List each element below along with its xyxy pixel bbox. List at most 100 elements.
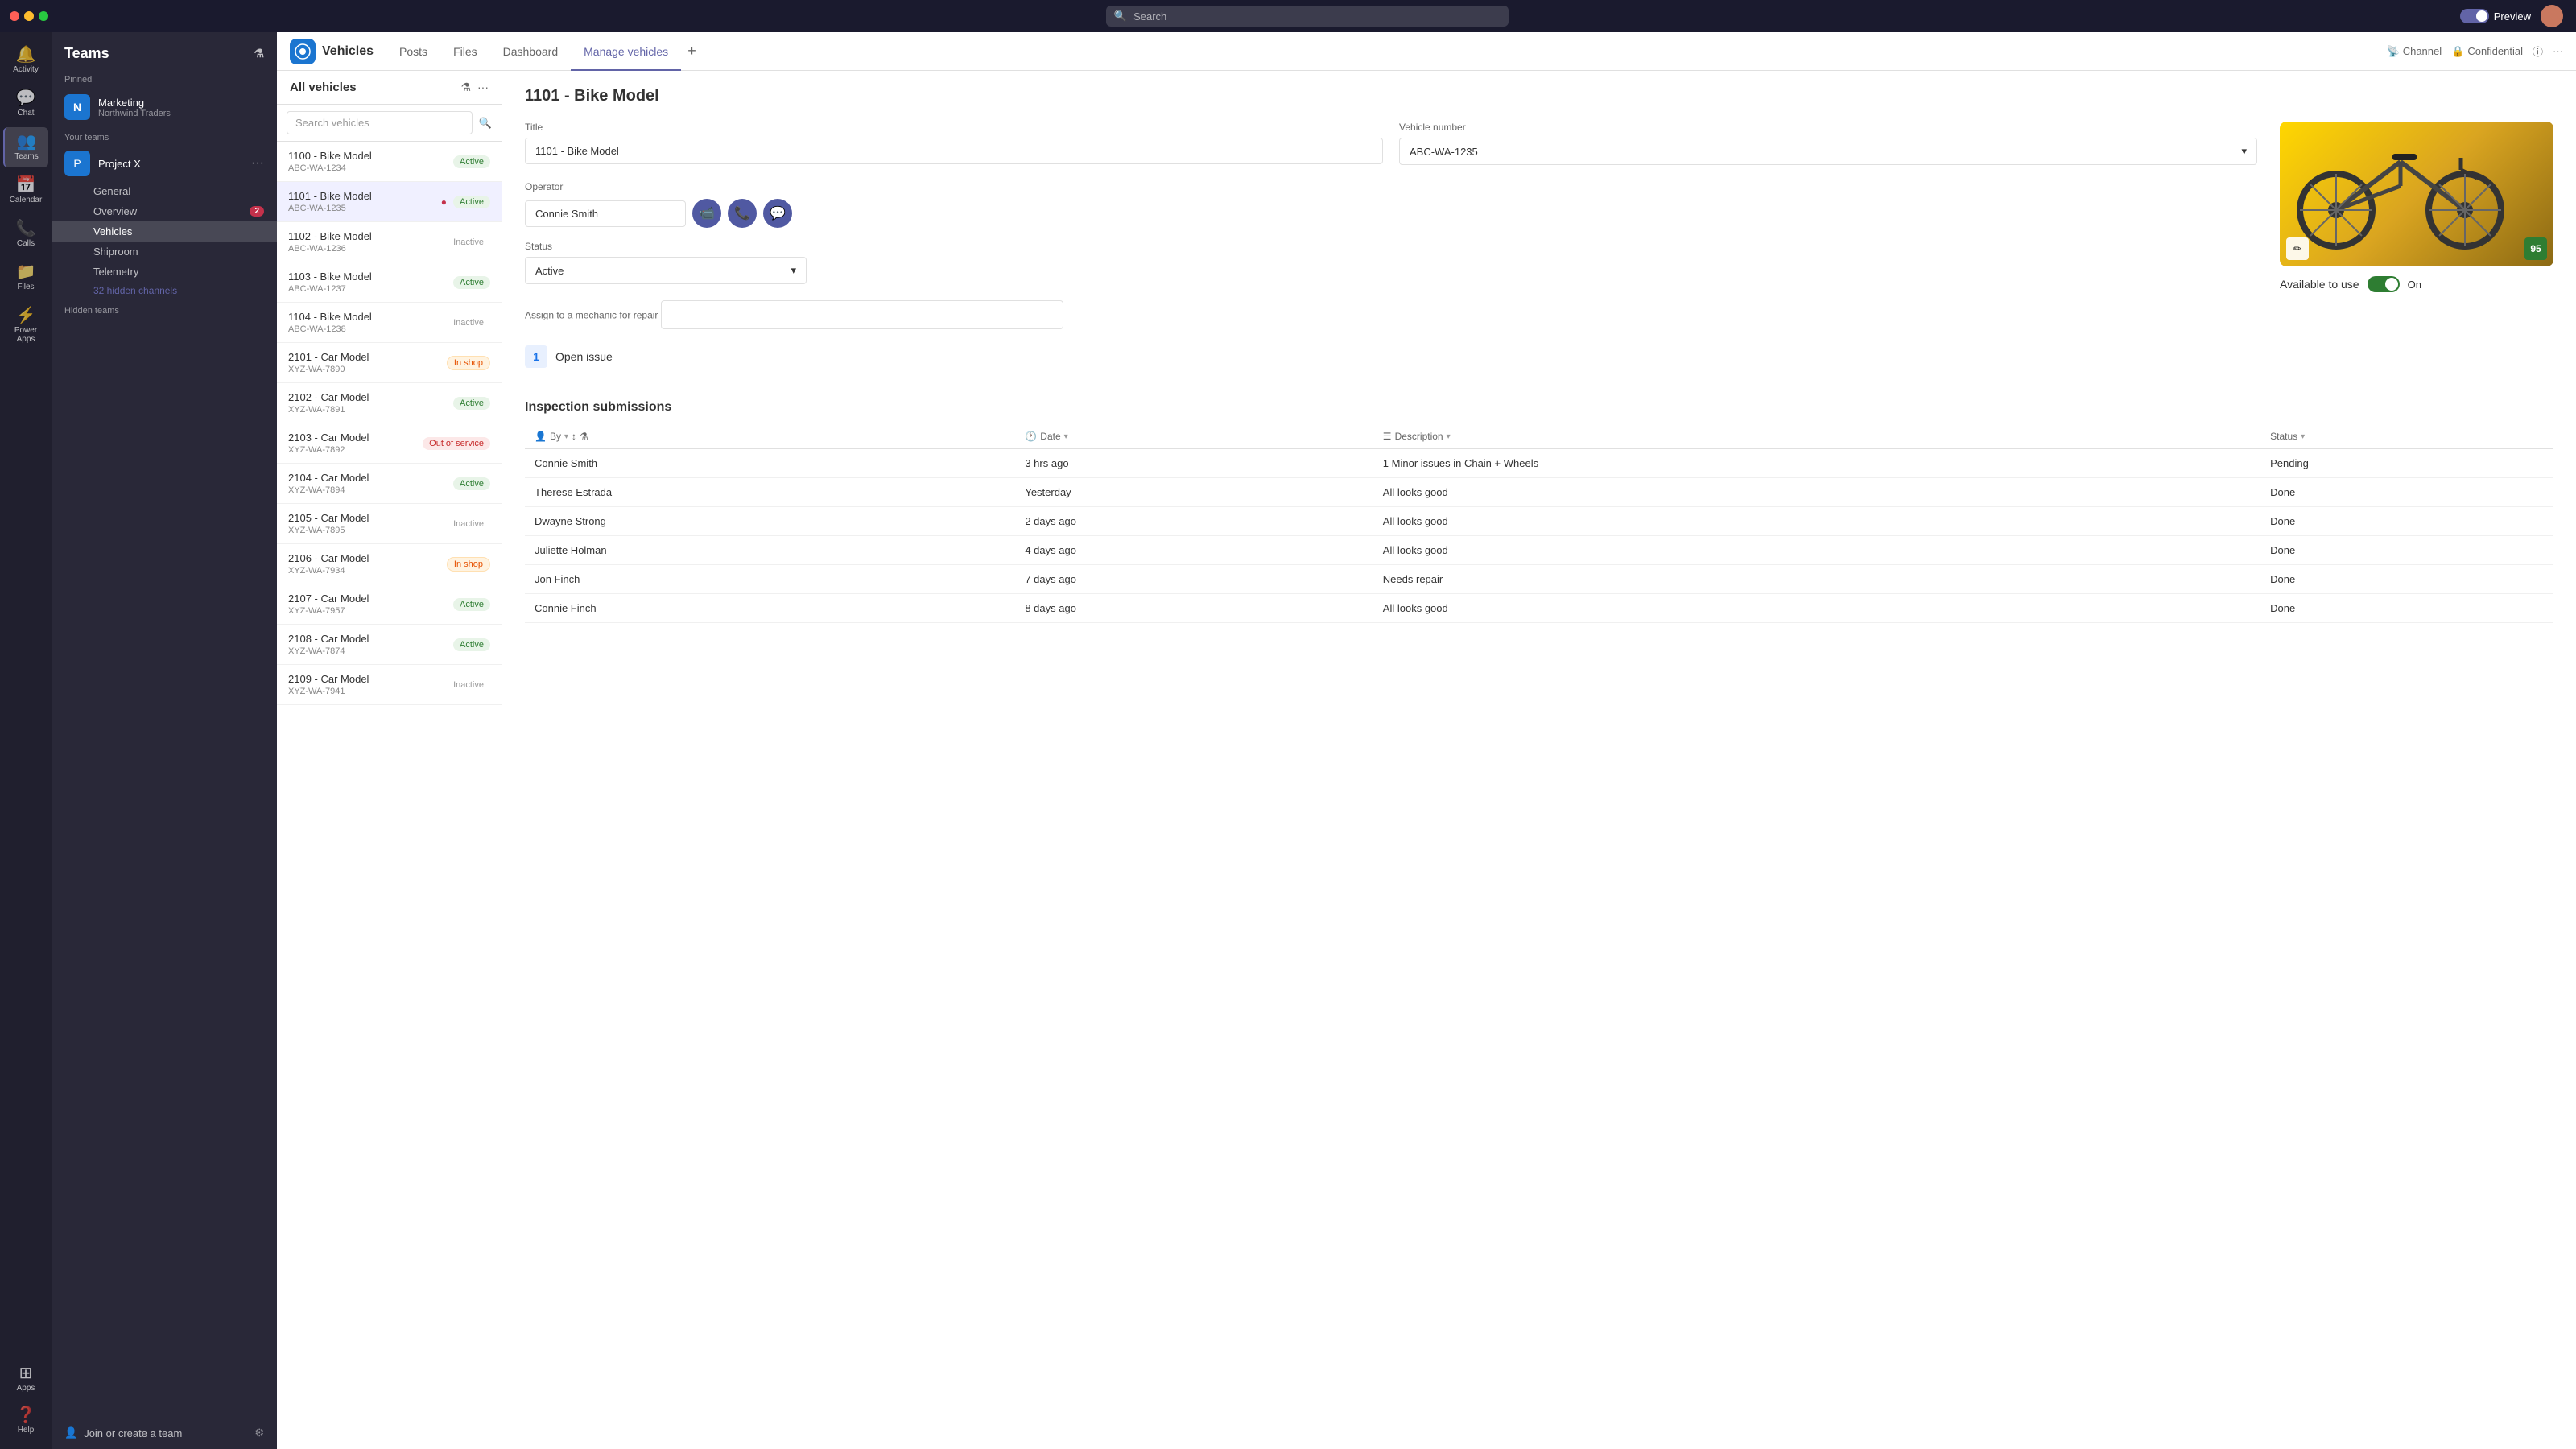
available-toggle-knob: [2385, 278, 2398, 291]
vehicle-list-item[interactable]: 2102 - Car Model XYZ-WA-7891 Active: [277, 383, 502, 423]
tab-files[interactable]: Files: [440, 32, 490, 71]
vehicle-detail-title: 1101 - Bike Model: [525, 87, 2553, 105]
search-input[interactable]: [1133, 10, 1501, 23]
inspection-table-row: Juliette Holman 4 days ago All looks goo…: [525, 536, 2553, 565]
vehicle-list-item[interactable]: 2104 - Car Model XYZ-WA-7894 Active: [277, 464, 502, 504]
teams-label: Teams: [14, 152, 38, 161]
calendar-icon: 📅: [16, 177, 36, 193]
title-field-input[interactable]: 1101 - Bike Model: [525, 138, 1383, 164]
minimize-button[interactable]: [24, 11, 34, 21]
filter-icon[interactable]: ⚗: [254, 47, 264, 60]
lock-icon: 🔒: [2451, 45, 2464, 58]
activity-icon: 🔔: [16, 47, 36, 63]
close-button[interactable]: [10, 11, 19, 21]
col-by[interactable]: 👤 By ▾ ↕ ⚗: [525, 424, 1015, 449]
status-select[interactable]: Active ▾: [525, 257, 807, 284]
confidential-button[interactable]: 🔒 Confidential: [2451, 45, 2523, 58]
vehicle-list-item[interactable]: 2105 - Car Model XYZ-WA-7895 Inactive: [277, 504, 502, 544]
channel-button[interactable]: 📡 Channel: [2387, 45, 2442, 58]
sidebar-item-powerapps[interactable]: ⚡ Power Apps: [3, 301, 48, 350]
vehicle-code: ABC-WA-1237: [288, 284, 372, 294]
chat-button[interactable]: 💬: [763, 199, 792, 228]
available-toggle[interactable]: [2368, 276, 2400, 292]
teams-header: Teams ⚗: [52, 32, 277, 68]
tab-manage-vehicles[interactable]: Manage vehicles: [571, 32, 681, 71]
vehicle-list-item[interactable]: 1101 - Bike Model ABC-WA-1235 ● Active: [277, 182, 502, 222]
info-button[interactable]: ⓘ: [2533, 43, 2543, 59]
sidebar-item-files[interactable]: 📁 Files: [3, 258, 48, 298]
vehicle-code: ABC-WA-1236: [288, 244, 372, 254]
sidebar-item-chat[interactable]: 💬 Chat: [3, 84, 48, 124]
pinned-marketing[interactable]: N Marketing Northwind Traders: [52, 88, 277, 126]
edit-image-button[interactable]: ✏: [2286, 237, 2309, 260]
tab-posts[interactable]: Posts: [386, 32, 440, 71]
vehicle-list-item[interactable]: 2107 - Car Model XYZ-WA-7957 Active: [277, 584, 502, 625]
sidebar-item-apps[interactable]: ⊞ Apps: [3, 1359, 48, 1399]
vehicle-search-icon[interactable]: 🔍: [479, 117, 492, 130]
user-avatar[interactable]: [2541, 5, 2563, 27]
sidebar-item-calls[interactable]: 📞 Calls: [3, 214, 48, 254]
channel-label-general: General: [93, 185, 130, 197]
filter-panel-icon[interactable]: ⚗: [460, 80, 471, 94]
assign-input[interactable]: [661, 300, 1063, 329]
vehicle-list-item[interactable]: 2109 - Car Model XYZ-WA-7941 Inactive: [277, 665, 502, 705]
inspection-table-body: Connie Smith 3 hrs ago 1 Minor issues in…: [525, 449, 2553, 623]
phone-call-button[interactable]: 📞: [728, 199, 757, 228]
vehicle-list-item[interactable]: 1102 - Bike Model ABC-WA-1236 Inactive: [277, 222, 502, 262]
team-projectx[interactable]: P Project X ···: [52, 146, 277, 181]
vehicle-list-item[interactable]: 2106 - Car Model XYZ-WA-7934 In shop: [277, 544, 502, 584]
your-teams-label: Your teams: [52, 126, 277, 146]
vehicle-status-badge: Inactive: [447, 316, 490, 329]
vehicle-list-item[interactable]: 1104 - Bike Model ABC-WA-1238 Inactive: [277, 303, 502, 343]
more-button[interactable]: ···: [2553, 45, 2563, 57]
sidebar-footer: 👤 Join or create a team ⚙: [52, 1417, 277, 1449]
team-more-icon[interactable]: ···: [251, 156, 264, 171]
operator-input[interactable]: [525, 200, 686, 227]
insp-description: All looks good: [1373, 536, 2260, 565]
sidebar-item-calendar[interactable]: 📅 Calendar: [3, 171, 48, 211]
vehicle-list-item[interactable]: 2103 - Car Model XYZ-WA-7892 Out of serv…: [277, 423, 502, 464]
channel-general[interactable]: General: [52, 181, 277, 201]
info-icon: ⓘ: [2533, 43, 2543, 59]
vehicle-number-label: Vehicle number: [1399, 122, 2257, 133]
vehicle-name: 2106 - Car Model: [288, 552, 369, 564]
vehicle-list-item[interactable]: 2108 - Car Model XYZ-WA-7874 Active: [277, 625, 502, 665]
operator-label: Operator: [525, 181, 2257, 192]
channel-vehicles[interactable]: Vehicles: [52, 221, 277, 242]
sidebar-item-help[interactable]: ❓ Help: [3, 1401, 48, 1441]
vehicle-list-item[interactable]: 1103 - Bike Model ABC-WA-1237 Active: [277, 262, 502, 303]
col-status[interactable]: Status ▾: [2260, 424, 2553, 449]
vehicle-number-select[interactable]: ABC-WA-1235 ▾: [1399, 138, 2257, 165]
by-filter-icon: ↕: [572, 431, 576, 442]
vehicle-search-input[interactable]: [287, 111, 473, 134]
activity-label: Activity: [13, 65, 39, 74]
insp-by: Dwayne Strong: [525, 507, 1015, 536]
vehicle-list-item[interactable]: 1100 - Bike Model ABC-WA-1234 Active: [277, 142, 502, 182]
channel-label-vehicles: Vehicles: [93, 225, 132, 237]
vehicle-list-item[interactable]: 2101 - Car Model XYZ-WA-7890 In shop: [277, 343, 502, 383]
vehicle-status-badge: Inactive: [447, 518, 490, 530]
preview-toggle-switch[interactable]: [2460, 9, 2489, 23]
main-content: Vehicles Posts Files Dashboard Manage ve…: [277, 32, 2576, 1449]
inspection-table-row: Dwayne Strong 2 days ago All looks good …: [525, 507, 2553, 536]
channel-shiproom[interactable]: Shiproom: [52, 242, 277, 262]
video-call-button[interactable]: 📹: [692, 199, 721, 228]
maximize-button[interactable]: [39, 11, 48, 21]
hidden-channels-link[interactable]: 32 hidden channels: [52, 282, 277, 299]
more-panel-icon[interactable]: ···: [477, 80, 489, 94]
col-description[interactable]: ☰ Description ▾: [1373, 424, 2260, 449]
channel-icon: 📡: [2387, 45, 2400, 58]
tab-dashboard[interactable]: Dashboard: [490, 32, 572, 71]
channel-telemetry[interactable]: Telemetry: [52, 262, 277, 282]
join-team-label[interactable]: Join or create a team: [84, 1427, 182, 1439]
vehicle-code: XYZ-WA-7892: [288, 445, 369, 455]
tab-add-button[interactable]: +: [681, 43, 703, 60]
col-date[interactable]: 🕐 Date ▾: [1015, 424, 1373, 449]
calls-icon: 📞: [16, 221, 36, 237]
insp-date: Yesterday: [1015, 478, 1373, 507]
global-search[interactable]: 🔍: [1106, 6, 1509, 27]
sidebar-item-activity[interactable]: 🔔 Activity: [3, 40, 48, 80]
channel-overview[interactable]: Overview 2: [52, 201, 277, 221]
settings-icon[interactable]: ⚙: [254, 1426, 264, 1439]
sidebar-item-teams[interactable]: 👥 Teams: [3, 127, 48, 167]
